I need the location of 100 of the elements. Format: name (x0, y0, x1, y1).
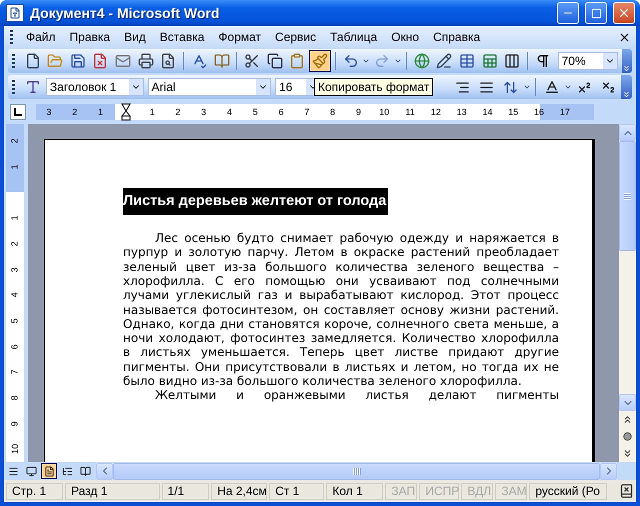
ruler-number: 8 (329, 107, 336, 118)
justify-icon (479, 80, 494, 95)
menu-item[interactable]: Файл (19, 28, 63, 46)
pencil-icon (436, 53, 452, 70)
circle-icon (623, 432, 632, 441)
book-icon (214, 53, 230, 70)
menu-item[interactable]: Таблица (323, 28, 384, 46)
double-down-arrow-icon (622, 448, 633, 459)
ruler-number: 14 (481, 107, 494, 118)
superscript-icon (577, 80, 592, 95)
undo-icon (342, 53, 359, 70)
ruler-number: 6 (9, 344, 21, 349)
ruler-number: 3 (45, 107, 52, 118)
menu-item[interactable]: Вставка (152, 28, 212, 46)
close-button[interactable] (613, 2, 635, 24)
page-icon (44, 466, 54, 476)
menu-item[interactable]: Формат (211, 28, 268, 46)
status-field: Ст 1 (269, 482, 324, 500)
left-tab-icon (14, 108, 22, 116)
scroll-left-button[interactable] (96, 462, 113, 480)
menu-item[interactable]: Правка (62, 28, 118, 46)
ruler-number: 7 (303, 107, 310, 118)
scroll-up-button[interactable] (619, 124, 636, 142)
status-field: 1/1 (162, 482, 210, 500)
status-field: ВДЛ (461, 482, 494, 500)
window-title: Документ4 - Microsoft Word (30, 5, 220, 22)
scroll-right-button[interactable] (600, 462, 617, 480)
tab-selector[interactable] (10, 104, 26, 120)
letter-icon (25, 79, 42, 96)
ruler-number: 17 (558, 107, 571, 118)
file-search-icon (160, 53, 176, 70)
ruler-number: 8 (9, 395, 21, 400)
align-right-icon (455, 80, 470, 95)
status-field: На 2,4см (211, 482, 268, 500)
spelling-status-icon[interactable] (619, 483, 634, 499)
toolbar-options-icon[interactable] (622, 49, 632, 74)
menu-item[interactable]: Сервис (268, 28, 324, 46)
ruler-number: 5 (252, 107, 259, 118)
book-icon (80, 466, 90, 476)
redo-icon (374, 53, 390, 70)
status-field: ЗАП (385, 482, 418, 500)
ruler-number: 7 (9, 370, 21, 375)
file-x-icon (92, 53, 108, 70)
copy-icon (266, 53, 283, 70)
ruler-number: 5 (9, 318, 21, 324)
ruler-number: 2 (174, 107, 182, 118)
format-painter-button[interactable] (309, 50, 331, 72)
ruler-number: 9 (354, 107, 362, 118)
app-icon (6, 4, 24, 22)
double-up-arrow-icon (622, 414, 633, 425)
status-field: ИСПР (419, 482, 460, 500)
status-field: Стр. 1 (6, 482, 64, 500)
paintbrush-icon (312, 53, 328, 70)
menu-item[interactable]: Окно (384, 28, 426, 46)
table-icon (458, 53, 475, 70)
folder-icon (47, 53, 64, 70)
maximize-button[interactable] (585, 2, 607, 24)
ruler-number: 10 (9, 444, 21, 454)
paragraph: Лес осенью будто снимает рабочую одежду и наряжается в пурпур и золотую парчу. Летом в окраске растений преобладает зеленый цвет из-за большого количества зеленого вещества – хлорофилла. С его помощью они усваивают под солнечными лучами углекислый газ и вырабатывают кислород. Этот процесс называется фотосинтезом, он составляет основу жизни растений. Однако, когда дни становятся короче, солнечного света меньше, а ночи холодают, фотосинтез замедляется. Количество хлорофилла в листьях уменьшается. Теперь цвет листве придают другие пигменты. Они присутствовали в листьях и летом, но тогда их не было видно из-за большого количества зеленого хлорофилла. (123, 231, 559, 388)
ruler-number: 2 (71, 107, 78, 118)
arrows-icon (503, 80, 518, 95)
printer-icon (138, 53, 154, 70)
document-heading: Листья деревьев желтеют от голода (123, 188, 388, 216)
indent-marker-icon[interactable] (121, 103, 132, 122)
status-field: Кол 1 (326, 482, 384, 500)
ruler-number: 6 (278, 107, 285, 118)
zoom-combo[interactable]: 70% (558, 52, 618, 70)
mail-icon (115, 53, 132, 70)
font-combo[interactable]: Arial (148, 78, 272, 96)
pilcrow-icon (534, 53, 551, 70)
vertical-scrollbar[interactable] (619, 124, 636, 462)
ruler-number: 3 (9, 266, 21, 272)
ruler-number: 12 (430, 107, 442, 118)
sheet-icon (482, 53, 498, 70)
outline-icon (62, 466, 72, 476)
ruler-number: 1 (9, 164, 21, 170)
style-combo[interactable]: Заголовок 1 (46, 78, 144, 96)
font-color-icon (544, 79, 560, 96)
maximize-icon (590, 8, 602, 19)
clipboard-icon (289, 53, 306, 70)
menu-item[interactable]: Вид (117, 28, 153, 46)
lines-icon (8, 466, 18, 476)
toolbar-options-icon[interactable] (621, 75, 632, 100)
ruler-number: 9 (9, 420, 21, 426)
ruler-number: 2 (9, 138, 21, 144)
scroll-thumb[interactable] (619, 141, 636, 252)
tooltip: Копировать формат (314, 78, 434, 96)
ruler-number: 11 (404, 107, 416, 118)
ruler-number: 1 (96, 107, 104, 118)
globe-icon (414, 53, 430, 70)
status-field: русский (Ро (529, 482, 607, 500)
status-field: Разд 1 (65, 482, 160, 500)
print-layout-button[interactable] (41, 463, 57, 479)
minimize-button[interactable] (557, 2, 579, 24)
ruler-number: 13 (456, 107, 468, 118)
menu-item[interactable]: Справка (426, 28, 488, 46)
status-field: ЗАМ (495, 482, 528, 500)
ruler-number: 15 (507, 107, 520, 118)
scroll-down-button[interactable] (619, 394, 636, 411)
ruler-number: 4 (226, 107, 233, 118)
